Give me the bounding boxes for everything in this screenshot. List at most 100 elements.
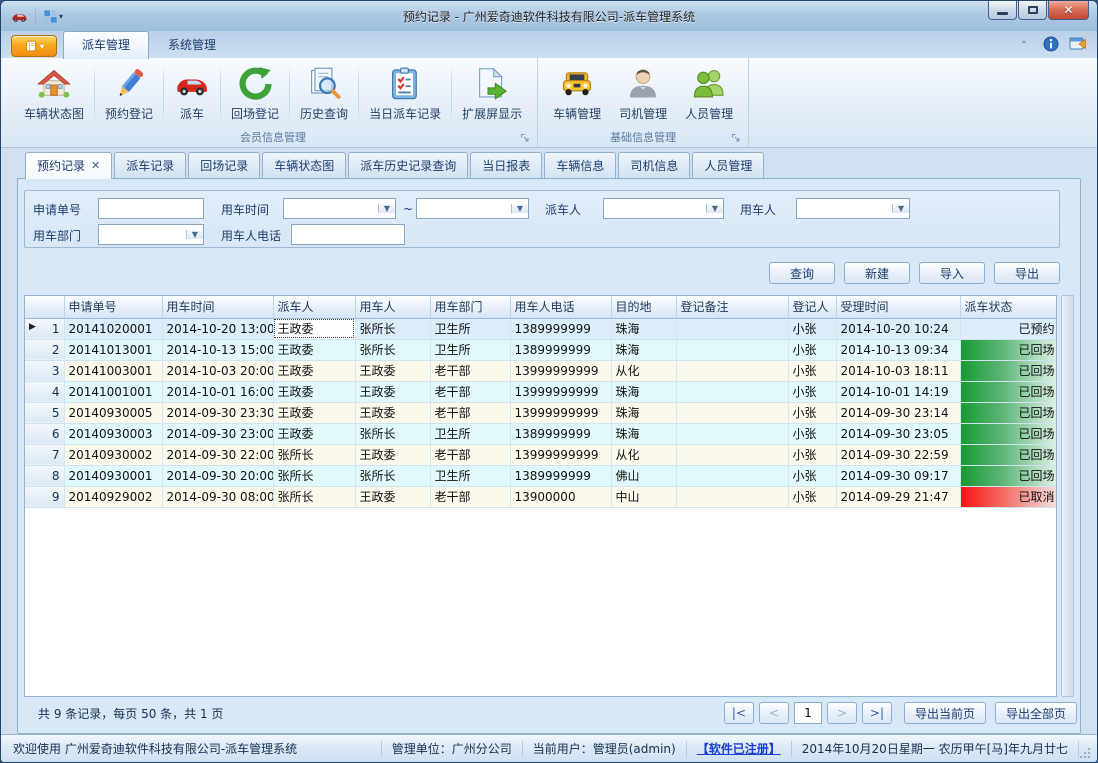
cell[interactable] bbox=[676, 360, 788, 381]
doc-tab-6[interactable]: 当日报表 bbox=[470, 152, 542, 178]
cell[interactable]: 2014-10-03 18:11 bbox=[836, 360, 960, 381]
dispatch-status-cell[interactable]: 已回场 bbox=[960, 402, 1057, 423]
cell[interactable] bbox=[676, 423, 788, 444]
dispatch-status-cell[interactable]: 已回场 bbox=[960, 444, 1057, 465]
row-marker[interactable]: 2 bbox=[25, 339, 64, 360]
cell[interactable]: 老干部 bbox=[430, 381, 510, 402]
cell[interactable]: 小张 bbox=[788, 318, 836, 339]
cell[interactable] bbox=[676, 339, 788, 360]
cell[interactable]: 2014-09-30 23:30 bbox=[162, 402, 273, 423]
use-time-to-combo[interactable]: ▼ bbox=[416, 198, 529, 219]
cell[interactable]: 2014-10-03 20:00 bbox=[162, 360, 273, 381]
cell[interactable]: 珠海 bbox=[611, 423, 676, 444]
table-row[interactable]: 5201409300052014-09-30 23:30王政委王政委老干部139… bbox=[25, 402, 1057, 423]
ribbon-button-vehicle-manage[interactable]: 车辆管理 bbox=[544, 61, 610, 129]
cell[interactable]: 王政委 bbox=[273, 381, 355, 402]
dispatch-status-cell[interactable]: 已回场 bbox=[960, 360, 1057, 381]
ribbon-tab-1[interactable]: 派车管理 bbox=[63, 31, 149, 59]
prev-page-button[interactable]: < bbox=[759, 702, 789, 724]
cell[interactable]: 卫生所 bbox=[430, 318, 510, 339]
cell[interactable]: 老干部 bbox=[430, 360, 510, 381]
maximize-button[interactable] bbox=[1018, 1, 1047, 20]
dispatch-status-cell[interactable]: 已预约 bbox=[960, 318, 1057, 339]
cell[interactable]: 2014-09-30 20:00 bbox=[162, 465, 273, 486]
column-header[interactable]: 受理时间 bbox=[836, 296, 960, 318]
cell[interactable]: 老干部 bbox=[430, 486, 510, 507]
table-row[interactable]: 3201410030012014-10-03 20:00王政委王政委老干部139… bbox=[25, 360, 1057, 381]
cell[interactable]: 1389999999 bbox=[510, 339, 611, 360]
cell[interactable]: 珠海 bbox=[611, 402, 676, 423]
close-tab-icon[interactable]: ✕ bbox=[91, 160, 100, 171]
row-marker[interactable]: 9 bbox=[25, 486, 64, 507]
table-row[interactable]: 7201409300022014-09-30 22:00张所长王政委老干部139… bbox=[25, 444, 1057, 465]
dispatch-status-cell[interactable]: 已取消 bbox=[960, 486, 1057, 507]
close-button[interactable]: ✕ bbox=[1048, 1, 1089, 20]
doc-tab-2[interactable]: 派车记录 bbox=[114, 152, 186, 178]
cell[interactable]: 2014-10-20 13:00 bbox=[162, 318, 273, 339]
page-number-input[interactable] bbox=[794, 702, 822, 724]
cell[interactable]: 2014-10-01 16:00 bbox=[162, 381, 273, 402]
cell[interactable]: 小张 bbox=[788, 486, 836, 507]
resize-grip[interactable] bbox=[1079, 747, 1091, 759]
dispatch-status-cell[interactable]: 已回场 bbox=[960, 465, 1057, 486]
query-button[interactable]: 查询 bbox=[769, 262, 835, 284]
chevron-down-icon[interactable]: ▼ bbox=[511, 204, 528, 213]
dialog-launcher-icon[interactable] bbox=[730, 132, 742, 144]
dispatch-status-cell[interactable]: 已回场 bbox=[960, 423, 1057, 444]
doc-tab-1[interactable]: 预约记录✕ bbox=[25, 152, 112, 179]
cell[interactable]: 2014-09-30 23:14 bbox=[836, 402, 960, 423]
cell[interactable]: 13999999999 bbox=[510, 360, 611, 381]
cell[interactable]: 张所长 bbox=[355, 423, 430, 444]
table-row[interactable]: ▶1201410200012014-10-20 13:00王政委张所长卫生所13… bbox=[25, 318, 1057, 339]
table-row[interactable]: 6201409300032014-09-30 23:00王政委张所长卫生所138… bbox=[25, 423, 1057, 444]
cell[interactable]: 小张 bbox=[788, 339, 836, 360]
cell[interactable]: 从化 bbox=[611, 444, 676, 465]
dispatch-status-cell[interactable]: 已回场 bbox=[960, 381, 1057, 402]
column-header[interactable]: 派车状态 bbox=[960, 296, 1057, 318]
column-header[interactable]: 派车人 bbox=[273, 296, 355, 318]
chevron-down-icon[interactable]: ▼ bbox=[186, 230, 203, 239]
cell[interactable]: 珠海 bbox=[611, 339, 676, 360]
row-marker[interactable]: 5 bbox=[25, 402, 64, 423]
vertical-scrollbar[interactable] bbox=[1061, 295, 1074, 697]
cell[interactable] bbox=[676, 465, 788, 486]
cell[interactable]: 13999999999 bbox=[510, 402, 611, 423]
column-header[interactable]: 登记备注 bbox=[676, 296, 788, 318]
cell[interactable] bbox=[676, 381, 788, 402]
cell[interactable]: 1389999999 bbox=[510, 465, 611, 486]
cell[interactable]: 20140930003 bbox=[64, 423, 162, 444]
row-marker[interactable]: ▶1 bbox=[25, 318, 64, 339]
row-marker[interactable]: 8 bbox=[25, 465, 64, 486]
cell[interactable] bbox=[676, 402, 788, 423]
ribbon-button-staff-manage[interactable]: 人员管理 bbox=[676, 61, 742, 129]
cell[interactable]: 20140930001 bbox=[64, 465, 162, 486]
license-registered-link[interactable]: 【软件已注册】 bbox=[697, 740, 781, 757]
cell[interactable]: 小张 bbox=[788, 465, 836, 486]
about-info-button[interactable] bbox=[1043, 36, 1059, 55]
ribbon-button-dispatch-car[interactable]: 派车 bbox=[165, 61, 219, 129]
ribbon-button-vehicle-status[interactable]: 车辆状态图 bbox=[15, 61, 93, 129]
row-marker[interactable]: 7 bbox=[25, 444, 64, 465]
cell[interactable]: 珠海 bbox=[611, 381, 676, 402]
cell[interactable]: 2014-10-13 15:00 bbox=[162, 339, 273, 360]
cell[interactable]: 卫生所 bbox=[430, 339, 510, 360]
table-row[interactable]: 4201410010012014-10-01 16:00王政委王政委老干部139… bbox=[25, 381, 1057, 402]
chevron-down-icon[interactable]: ▼ bbox=[706, 204, 723, 213]
cell[interactable]: 小张 bbox=[788, 381, 836, 402]
cell[interactable] bbox=[676, 486, 788, 507]
cell[interactable]: 张所长 bbox=[355, 339, 430, 360]
ribbon-button-extended-screen[interactable]: 扩展屏显示 bbox=[453, 61, 531, 129]
app-menu-button[interactable]: ▾ bbox=[11, 35, 57, 57]
cell[interactable]: 2014-09-30 22:59 bbox=[836, 444, 960, 465]
cell[interactable]: 2014-10-01 14:19 bbox=[836, 381, 960, 402]
cell[interactable]: 张所长 bbox=[355, 318, 430, 339]
cell[interactable]: 2014-09-30 09:17 bbox=[836, 465, 960, 486]
doc-tab-3[interactable]: 回场记录 bbox=[188, 152, 260, 178]
ribbon-button-reservation-register[interactable]: 预约登记 bbox=[96, 61, 162, 129]
cell[interactable]: 王政委 bbox=[273, 423, 355, 444]
cell[interactable]: 张所长 bbox=[355, 465, 430, 486]
cell[interactable] bbox=[676, 318, 788, 339]
cell[interactable]: 2014-10-20 10:24 bbox=[836, 318, 960, 339]
row-marker[interactable]: 3 bbox=[25, 360, 64, 381]
cell[interactable]: 20141020001 bbox=[64, 318, 162, 339]
